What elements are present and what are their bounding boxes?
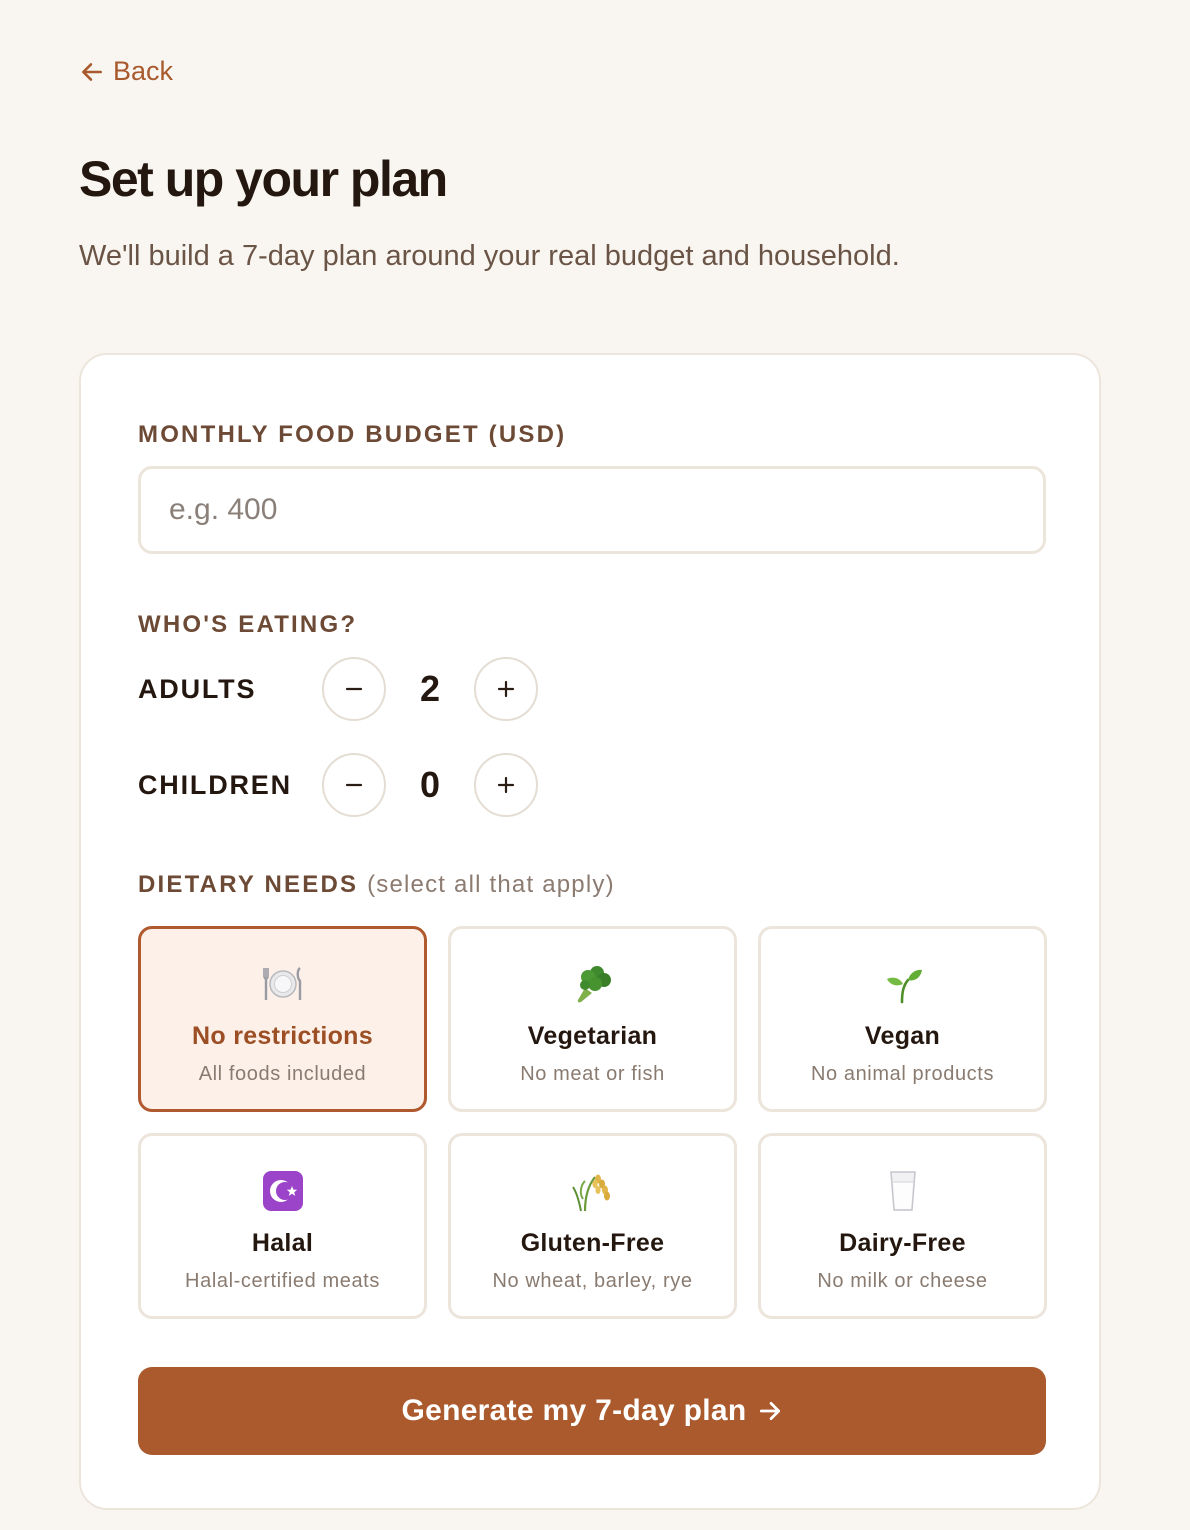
children-stepper: CHILDREN 0 <box>138 753 538 817</box>
budget-input[interactable] <box>138 466 1046 554</box>
diet-option-name: Vegan <box>864 1022 941 1050</box>
adults-count: 2 <box>419 668 441 709</box>
plate-cutlery-icon <box>261 962 305 1006</box>
diet-option-halal[interactable]: Halal Halal-certified meats <box>138 1133 427 1319</box>
diet-option-desc: No meat or fish <box>520 1063 665 1085</box>
diet-option-dairy-free[interactable]: Dairy-Free No milk or cheese <box>758 1133 1047 1319</box>
arrow-right-icon <box>759 1402 780 1420</box>
dietary-hint: (select all that apply) <box>367 871 615 898</box>
page-title: Set up your plan <box>79 151 448 207</box>
dietary-label-text: DIETARY NEEDS <box>138 871 359 898</box>
diet-option-desc: All foods included <box>198 1063 367 1085</box>
diet-option-vegan[interactable]: Vegan No animal products <box>758 926 1047 1112</box>
generate-plan-label: Generate my 7-day plan <box>401 1394 747 1427</box>
dietary-options: No restrictions All foods included Veget… <box>138 926 1047 1319</box>
diet-option-vegetarian[interactable]: Vegetarian No meat or fish <box>448 926 737 1112</box>
adults-label: ADULTS <box>138 673 257 704</box>
plus-icon <box>497 776 515 794</box>
diet-option-desc: Halal-certified meats <box>185 1270 380 1292</box>
page-subtitle: We'll build a 7-day plan around your rea… <box>79 240 900 272</box>
diet-option-no-restrictions[interactable]: No restrictions All foods included <box>138 926 427 1112</box>
back-label: Back <box>113 56 174 86</box>
milk-glass-icon <box>881 1169 925 1213</box>
seedling-icon <box>881 962 925 1006</box>
diet-option-name: No restrictions <box>192 1022 373 1050</box>
children-count: 0 <box>419 764 441 805</box>
children-label: CHILDREN <box>138 769 292 800</box>
rice-stalk-icon <box>571 1169 615 1213</box>
diet-option-name: Gluten-Free <box>520 1229 665 1257</box>
children-decrement-button[interactable] <box>322 753 386 817</box>
diet-option-gluten-free[interactable]: Gluten-Free No wheat, barley, rye <box>448 1133 737 1319</box>
adults-increment-button[interactable] <box>474 657 538 721</box>
diet-option-name: Dairy-Free <box>839 1229 966 1257</box>
diet-option-name: Halal <box>251 1229 314 1257</box>
broccoli-icon <box>571 962 615 1006</box>
diet-option-desc: No milk or cheese <box>817 1270 988 1292</box>
minus-icon <box>345 783 363 787</box>
star-crescent-icon <box>261 1169 305 1213</box>
dietary-label: DIETARY NEEDS (select all that apply) <box>138 871 615 899</box>
adults-decrement-button[interactable] <box>322 657 386 721</box>
minus-icon <box>345 687 363 691</box>
children-increment-button[interactable] <box>474 753 538 817</box>
plus-icon <box>497 680 515 698</box>
diet-option-desc: No animal products <box>810 1063 995 1085</box>
adults-stepper: ADULTS 2 <box>138 657 538 721</box>
generate-plan-button[interactable]: Generate my 7-day plan <box>138 1367 1046 1455</box>
diet-option-desc: No wheat, barley, rye <box>492 1270 693 1292</box>
diet-option-name: Vegetarian <box>527 1022 658 1050</box>
arrow-left-icon <box>82 62 102 81</box>
back-link[interactable]: Back <box>79 56 173 87</box>
plan-setup-card: MONTHLY FOOD BUDGET (USD) WHO'S EATING? … <box>79 353 1101 1510</box>
budget-label: MONTHLY FOOD BUDGET (USD) <box>138 421 567 448</box>
household-label: WHO'S EATING? <box>138 611 358 638</box>
